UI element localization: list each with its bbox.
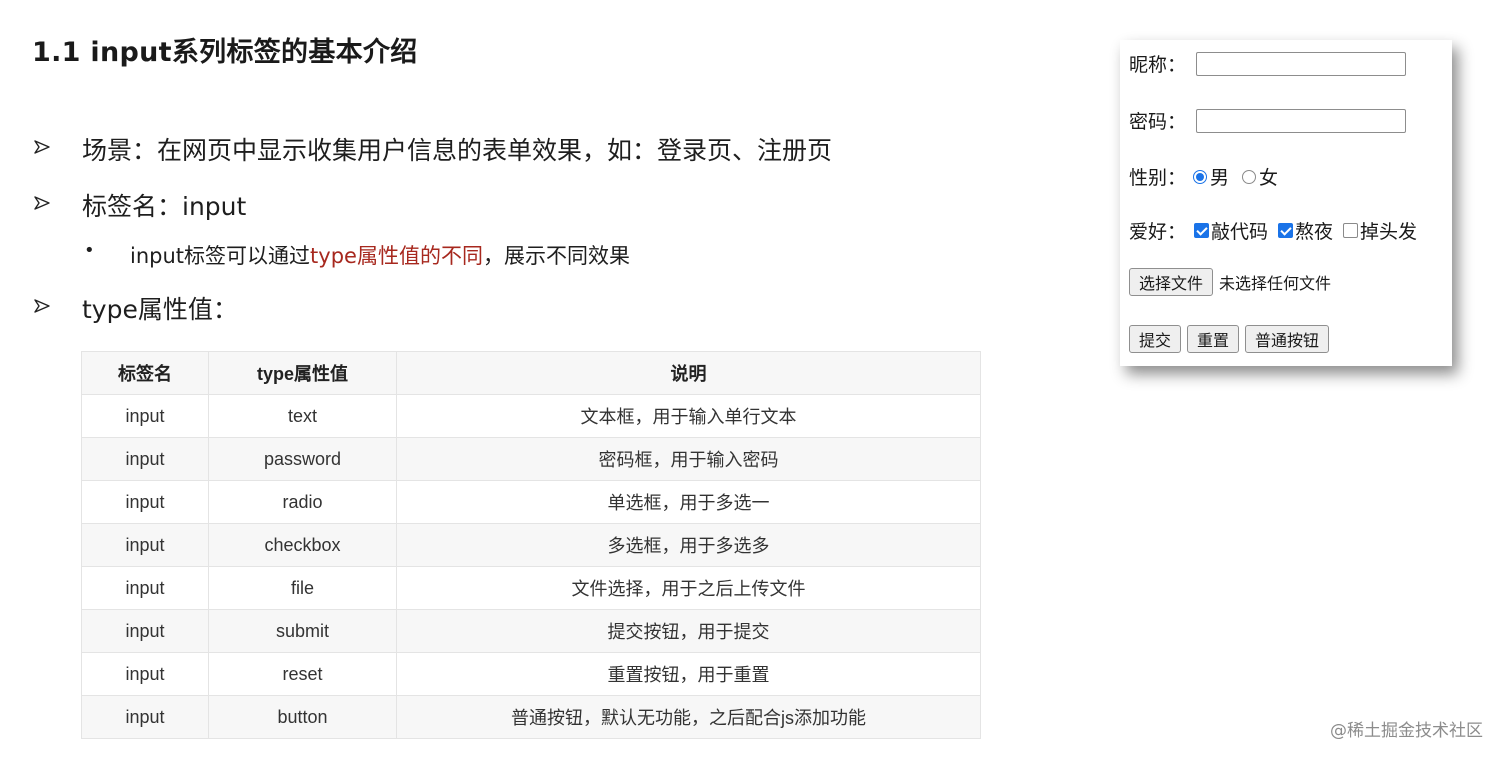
hobby-label: 爱好： [1129, 221, 1187, 243]
table-cell: input [81, 394, 209, 438]
table-cell: password [208, 437, 397, 481]
table-row: input button 普通按钮，默认无功能，之后配合js添加功能 [81, 695, 981, 739]
table-cell: 单选框，用于多选一 [396, 480, 981, 524]
table-row: input radio 单选框，用于多选一 [81, 480, 981, 524]
watermark: @稀土掘金技术社区 [1330, 721, 1483, 741]
checkbox-checked[interactable] [1194, 223, 1210, 238]
gender-option-female[interactable]: 女 [1242, 163, 1278, 190]
radio-button-checked[interactable] [1193, 169, 1208, 184]
table-row: input password 密码框，用于输入密码 [81, 437, 981, 481]
table-row: input submit 提交按钮，用于提交 [81, 609, 981, 653]
table-header-cell: 说明 [396, 351, 981, 395]
bullet-type-values: type属性值： [82, 295, 238, 324]
checkbox-checked[interactable] [1278, 223, 1294, 238]
table-row: input reset 重置按钮，用于重置 [81, 652, 981, 696]
password-input[interactable] [1196, 108, 1407, 133]
radio-button-unchecked[interactable] [1242, 169, 1257, 184]
table-cell: 密码框，用于输入密码 [396, 437, 981, 481]
nickname-label: 昵称： [1129, 54, 1187, 76]
file-row: 选择文件 未选择任何文件 [1129, 268, 1331, 296]
hobby-option-label: 掉头发 [1360, 221, 1418, 243]
table-row: input checkbox 多选框，用于多选多 [81, 523, 981, 567]
table-cell: 多选框，用于多选多 [396, 523, 981, 567]
form-demo-panel: 昵称： 密码： 性别： 男 女 爱好： 敲代码 熬夜 掉头发 选择文件 未选择任… [1120, 40, 1452, 366]
sub-bullet-prefix: input标签可以通过 [130, 244, 311, 268]
bullet-tag-name: 标签名：input [82, 192, 247, 221]
page-title: 1.1 input系列标签的基本介绍 [32, 37, 418, 68]
table-cell: checkbox [208, 523, 397, 567]
table-cell: button [208, 695, 397, 739]
arrowhead-bullet-icon [34, 139, 50, 155]
nickname-input[interactable] [1196, 51, 1407, 76]
table-row: input file 文件选择，用于之后上传文件 [81, 566, 981, 610]
table-cell: 文件选择，用于之后上传文件 [396, 566, 981, 610]
hobby-option-hair-loss[interactable]: 掉头发 [1343, 217, 1417, 244]
table-cell: input [81, 437, 209, 481]
hobby-row: 爱好： 敲代码 熬夜 掉头发 [1129, 217, 1417, 244]
hobby-option-stay-up[interactable]: 熬夜 [1278, 217, 1333, 244]
submit-button[interactable]: 提交 [1129, 325, 1182, 353]
file-status-text: 未选择任何文件 [1219, 274, 1332, 293]
normal-button[interactable]: 普通按钮 [1245, 325, 1330, 353]
sub-bullet-highlight: type属性值的不同 [310, 244, 483, 268]
table-cell: input [81, 566, 209, 610]
sub-bullet-dot: • [84, 240, 95, 261]
gender-option-label: 女 [1259, 167, 1279, 189]
gender-option-male[interactable]: 男 [1193, 163, 1229, 190]
reset-button[interactable]: 重置 [1187, 325, 1240, 353]
table-row: input text 文本框，用于输入单行文本 [81, 394, 981, 438]
table-cell: reset [208, 652, 397, 696]
buttons-row: 提交 重置 普通按钮 [1129, 325, 1330, 353]
hobby-option-label: 熬夜 [1295, 221, 1334, 243]
table-cell: input [81, 480, 209, 524]
table-cell: text [208, 394, 397, 438]
table-cell: input [81, 609, 209, 653]
type-table: 标签名 type属性值 说明 input text 文本框，用于输入单行文本 i… [81, 351, 981, 739]
gender-label: 性别： [1129, 167, 1187, 189]
sub-bullet-text: input标签可以通过type属性值的不同，展示不同效果 [130, 240, 630, 270]
table-cell: radio [208, 480, 397, 524]
table-cell: input [81, 652, 209, 696]
table-cell: file [208, 566, 397, 610]
password-row: 密码： [1129, 107, 1407, 134]
table-cell: 普通按钮，默认无功能，之后配合js添加功能 [396, 695, 981, 739]
table-cell: input [81, 695, 209, 739]
table-cell: input [81, 523, 209, 567]
table-cell: 提交按钮，用于提交 [396, 609, 981, 653]
arrowhead-bullet-icon [34, 298, 50, 314]
gender-option-label: 男 [1210, 167, 1230, 189]
gender-row: 性别： 男 女 [1129, 163, 1278, 190]
password-label: 密码： [1129, 111, 1187, 133]
table-header-row: 标签名 type属性值 说明 [81, 351, 981, 395]
bullet-scene: 场景：在网页中显示收集用户信息的表单效果，如：登录页、注册页 [82, 136, 833, 165]
arrowhead-bullet-icon [34, 195, 50, 211]
choose-file-button[interactable]: 选择文件 [1129, 268, 1214, 296]
table-header-cell: type属性值 [208, 351, 397, 395]
hobby-option-coding[interactable]: 敲代码 [1194, 217, 1268, 244]
table-cell: 重置按钮，用于重置 [396, 652, 981, 696]
table-header-cell: 标签名 [81, 351, 209, 395]
nickname-row: 昵称： [1129, 50, 1407, 77]
table-cell: 文本框，用于输入单行文本 [396, 394, 981, 438]
sub-bullet-suffix: ，展示不同效果 [482, 244, 630, 268]
table-cell: submit [208, 609, 397, 653]
hobby-option-label: 敲代码 [1211, 221, 1269, 243]
checkbox-unchecked[interactable] [1343, 223, 1359, 238]
